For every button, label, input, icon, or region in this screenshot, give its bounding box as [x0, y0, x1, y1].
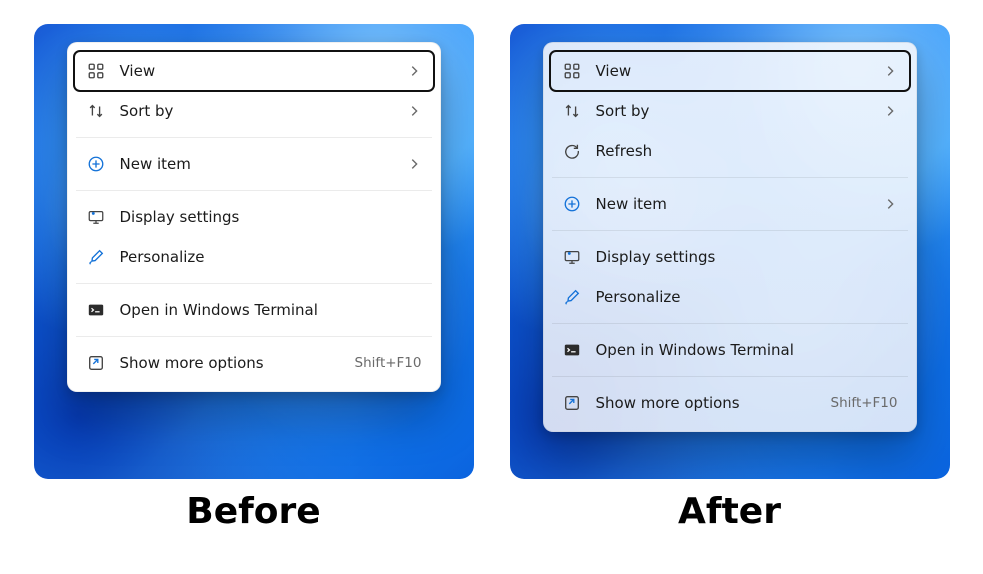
plus-circle-icon: [86, 154, 106, 174]
caption-after: After: [510, 483, 950, 532]
menu-item-label: New item: [120, 155, 392, 173]
terminal-icon: [86, 300, 106, 320]
monitor-gear-icon: [86, 207, 106, 227]
grid-icon: [562, 61, 582, 81]
chevron-right-icon: [882, 104, 898, 118]
sort-icon: [86, 101, 106, 121]
plus-circle-icon: [562, 194, 582, 214]
menu-item-label: Personalize: [596, 288, 898, 306]
refresh-icon: [562, 141, 582, 161]
menu-item-label: View: [120, 62, 392, 80]
menu-item-display-settings[interactable]: Display settings: [550, 237, 910, 277]
after-panel: View Sort by: [510, 24, 950, 479]
captions-row: Before After: [0, 483, 983, 532]
separator: [552, 323, 908, 324]
sort-icon: [562, 101, 582, 121]
separator: [76, 190, 432, 191]
context-menu-after: View Sort by: [543, 42, 917, 432]
menu-item-label: Open in Windows Terminal: [596, 341, 898, 359]
menu-item-new[interactable]: New item: [74, 144, 434, 184]
keyboard-shortcut: Shift+F10: [831, 395, 898, 411]
keyboard-shortcut: Shift+F10: [355, 355, 422, 371]
menu-item-label: View: [596, 62, 868, 80]
menu-item-view[interactable]: View: [550, 51, 910, 91]
menu-item-refresh[interactable]: Refresh: [550, 131, 910, 171]
menu-item-personalize[interactable]: Personalize: [550, 277, 910, 317]
chevron-right-icon: [406, 157, 422, 171]
menu-item-label: Display settings: [596, 248, 898, 266]
menu-item-label: Personalize: [120, 248, 422, 266]
before-panel: View Sort by: [34, 24, 474, 479]
menu-item-show-more[interactable]: Show more options Shift+F10: [74, 343, 434, 383]
separator: [552, 177, 908, 178]
comparison-panels: View Sort by: [0, 0, 983, 483]
chevron-right-icon: [406, 104, 422, 118]
separator: [76, 336, 432, 337]
expand-icon: [86, 353, 106, 373]
menu-item-sort-by[interactable]: Sort by: [550, 91, 910, 131]
menu-item-label: Sort by: [596, 102, 868, 120]
menu-item-sort-by[interactable]: Sort by: [74, 91, 434, 131]
menu-item-view[interactable]: View: [74, 51, 434, 91]
separator: [552, 376, 908, 377]
monitor-gear-icon: [562, 247, 582, 267]
separator: [552, 230, 908, 231]
menu-item-label: New item: [596, 195, 868, 213]
separator: [76, 283, 432, 284]
menu-item-personalize[interactable]: Personalize: [74, 237, 434, 277]
grid-icon: [86, 61, 106, 81]
menu-item-label: Display settings: [120, 208, 422, 226]
chevron-right-icon: [882, 197, 898, 211]
expand-icon: [562, 393, 582, 413]
brush-icon: [86, 247, 106, 267]
caption-before: Before: [34, 483, 474, 532]
menu-item-show-more[interactable]: Show more options Shift+F10: [550, 383, 910, 423]
menu-item-label: Refresh: [596, 142, 898, 160]
menu-item-label: Sort by: [120, 102, 392, 120]
menu-item-open-terminal[interactable]: Open in Windows Terminal: [550, 330, 910, 370]
menu-item-label: Show more options: [596, 394, 817, 412]
menu-item-new[interactable]: New item: [550, 184, 910, 224]
chevron-right-icon: [406, 64, 422, 78]
menu-item-open-terminal[interactable]: Open in Windows Terminal: [74, 290, 434, 330]
chevron-right-icon: [882, 64, 898, 78]
menu-item-label: Open in Windows Terminal: [120, 301, 422, 319]
menu-item-label: Show more options: [120, 354, 341, 372]
separator: [76, 137, 432, 138]
brush-icon: [562, 287, 582, 307]
context-menu-before: View Sort by: [67, 42, 441, 392]
menu-item-display-settings[interactable]: Display settings: [74, 197, 434, 237]
terminal-icon: [562, 340, 582, 360]
